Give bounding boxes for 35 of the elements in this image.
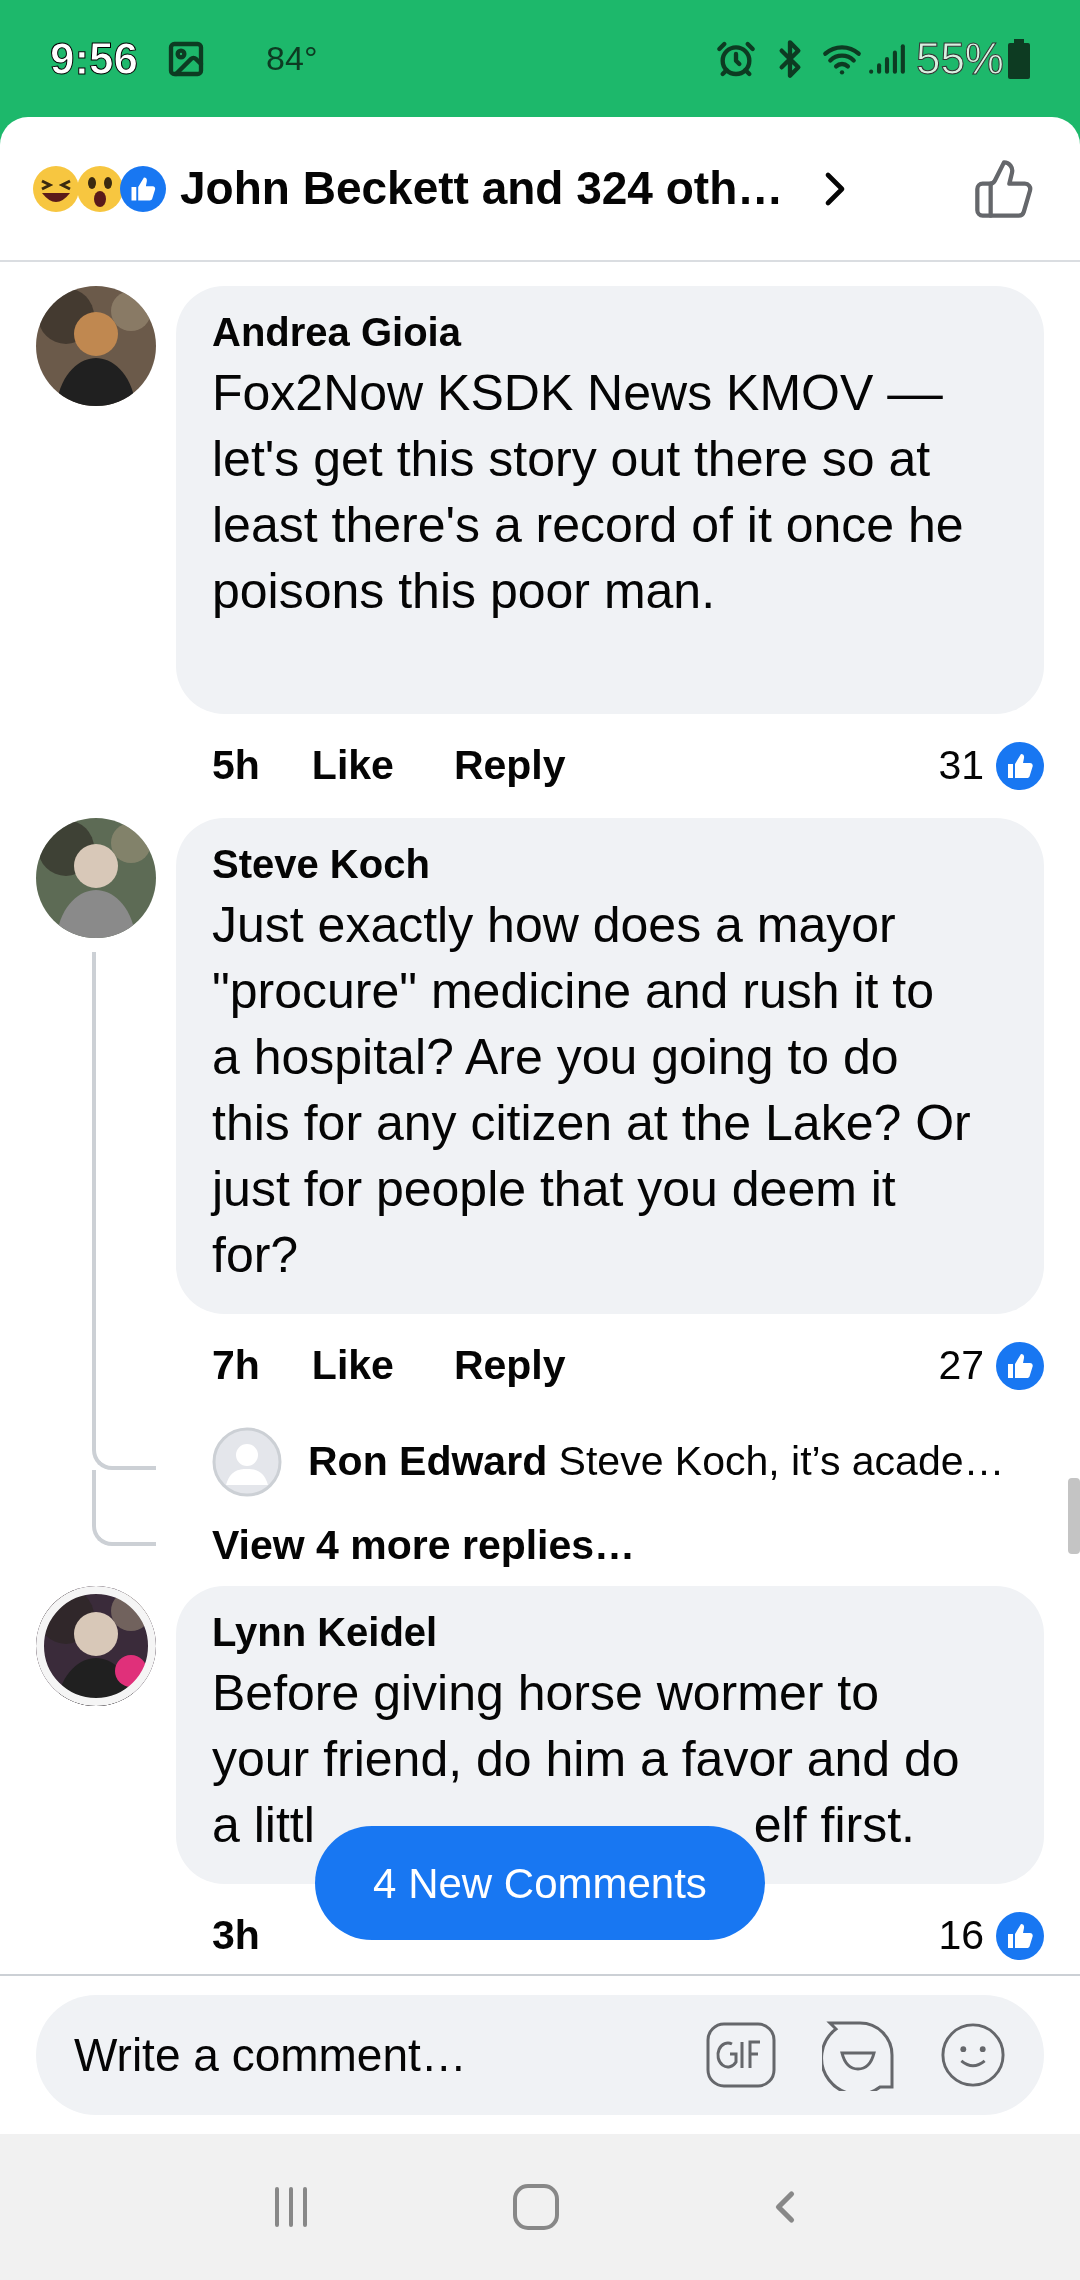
- battery-percent: 55%: [915, 32, 1004, 85]
- reactions-summary[interactable]: John Beckett and 324 oth…: [180, 154, 784, 223]
- comment-author[interactable]: Steve Koch: [212, 836, 974, 892]
- reply-preview[interactable]: Ron Edward Steve Koch, it’s acade…: [308, 1431, 1005, 1493]
- like-link[interactable]: Like: [311, 1335, 394, 1397]
- like-reaction-icon: [996, 1912, 1044, 1960]
- emoji-icon[interactable]: [940, 2022, 1006, 2088]
- home-icon[interactable]: [512, 2183, 560, 2231]
- like-reaction-icon: [996, 1342, 1044, 1390]
- laughing-emoji-icon: [32, 164, 80, 213]
- reply-link[interactable]: Reply: [453, 1335, 566, 1397]
- surprised-emoji-icon: [76, 164, 124, 213]
- reply-link[interactable]: Reply: [453, 735, 566, 797]
- comment-input[interactable]: Write a comment…: [74, 2020, 706, 2090]
- avatar-icon: [212, 1427, 282, 1497]
- comment-time: 3h: [212, 1911, 260, 1961]
- status-time: 9:56: [50, 32, 139, 85]
- battery-icon: [1008, 38, 1030, 79]
- reaction-count: 16: [938, 1911, 984, 1961]
- like-link[interactable]: Like: [311, 735, 394, 797]
- view-more-replies-link[interactable]: View 4 more replies…: [212, 1506, 1005, 1586]
- temperature: 84°: [266, 38, 318, 79]
- comment-time: 7h: [212, 1341, 260, 1391]
- gif-icon[interactable]: [706, 2022, 776, 2088]
- like-reaction-icon: [996, 742, 1044, 790]
- comment-text: Fox2Now KSDK News KMOV –– let's get this story out there so at least there's a record of it once he poisons this poor man.: [212, 364, 965, 621]
- comment-author[interactable]: Andrea Gioia: [212, 304, 974, 360]
- comment-time: 5h: [212, 741, 260, 791]
- comment-text: Just exactly how does a mayor "procure" medicine and rush it to a hospital? Are you going to do this for any citizen at the Lake? Or just for people that you deem it for?: [212, 896, 972, 1285]
- reaction-count: 31: [938, 741, 984, 791]
- comment-bar[interactable]: Write a comment…: [36, 1995, 1044, 2115]
- reaction-count: 27: [938, 1341, 984, 1391]
- like-reaction-icon: [120, 165, 166, 212]
- sticker-icon[interactable]: [822, 2019, 894, 2091]
- comment-author[interactable]: Lynn Keidel: [212, 1604, 974, 1660]
